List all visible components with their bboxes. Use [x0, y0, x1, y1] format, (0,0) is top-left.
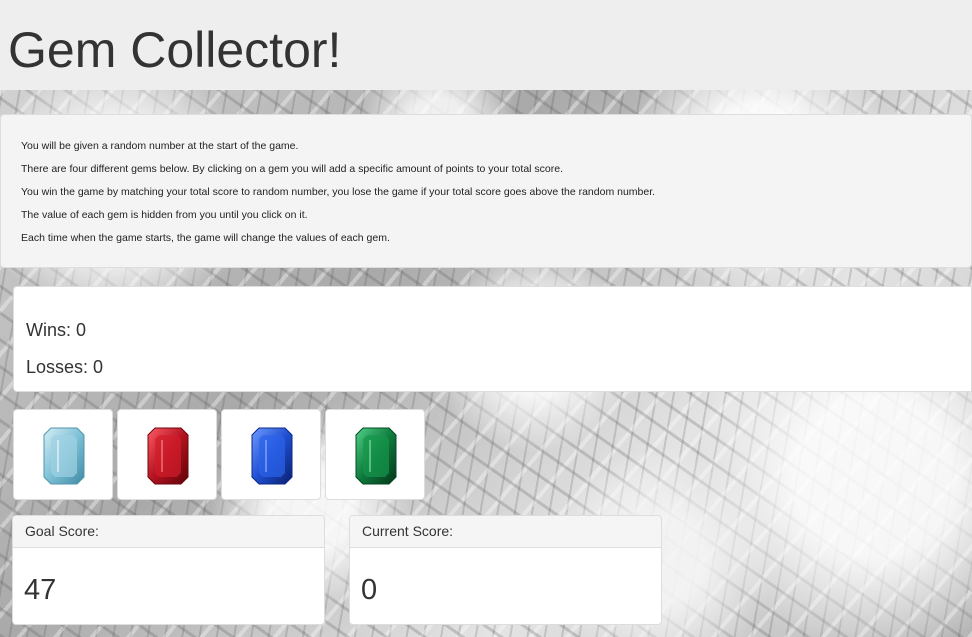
instruction-line: There are four different gems below. By …	[21, 163, 564, 175]
emerald-gem-icon	[355, 427, 397, 485]
ruby-gem-icon	[147, 427, 189, 485]
goal-score-panel: Goal Score: 47	[12, 515, 325, 625]
page-header: Gem Collector!	[0, 0, 972, 90]
gem-button-sapphire[interactable]	[221, 409, 321, 500]
record-panel: Wins: 0 Losses: 0	[13, 286, 972, 392]
instruction-line: You win the game by matching your total …	[21, 186, 656, 198]
current-score-value: 0	[361, 574, 378, 606]
gem-button-emerald[interactable]	[325, 409, 425, 500]
goal-score-value: 47	[24, 574, 57, 606]
page-title: Gem Collector!	[8, 22, 342, 78]
aquamarine-gem-icon	[43, 427, 85, 485]
goal-score-label: Goal Score:	[13, 516, 324, 548]
current-score-label: Current Score:	[350, 516, 661, 548]
sapphire-gem-icon	[251, 427, 293, 485]
instructions-panel: You will be given a random number at the…	[0, 114, 972, 268]
current-score-panel: Current Score: 0	[349, 515, 662, 625]
gem-button-aquamarine[interactable]	[13, 409, 113, 500]
instruction-line: Each time when the game starts, the game…	[21, 232, 390, 244]
instruction-line: The value of each gem is hidden from you…	[21, 209, 308, 221]
wins-counter: Wins: 0	[26, 320, 87, 340]
instruction-line: You will be given a random number at the…	[21, 140, 299, 152]
gem-button-ruby[interactable]	[117, 409, 217, 500]
losses-counter: Losses: 0	[26, 357, 104, 377]
